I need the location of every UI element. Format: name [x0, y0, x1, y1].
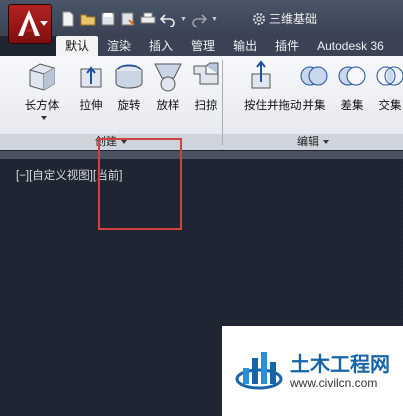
- ribbon-tab-bar: 默认 渲染 插入 管理 输出 插件 Autodesk 36: [56, 36, 403, 56]
- extrude-button[interactable]: 拉伸: [73, 60, 109, 113]
- subtract-button[interactable]: 差集: [334, 60, 370, 113]
- loft-label: 放样: [156, 100, 180, 112]
- save-as-icon[interactable]: [120, 11, 136, 27]
- open-folder-icon[interactable]: [80, 11, 96, 27]
- chevron-down-icon: [323, 140, 329, 145]
- workspace-switcher[interactable]: 三维基础: [252, 10, 317, 27]
- extrude-label: 拉伸: [79, 100, 103, 112]
- undo-icon[interactable]: [160, 11, 176, 27]
- tab-manage[interactable]: 管理: [182, 36, 224, 56]
- revolve-label: 旋转: [117, 100, 141, 112]
- presspull-button[interactable]: 按住并拖动: [244, 60, 302, 113]
- watermark-title: 土木工程网: [290, 354, 390, 376]
- workspace-name: 三维基础: [269, 12, 318, 26]
- revolve-button[interactable]: 旋转: [111, 60, 147, 113]
- gear-icon: [253, 12, 265, 25]
- intersect-icon: [376, 66, 403, 86]
- quick-access-toolbar: ▼ ▼: [60, 10, 218, 28]
- union-button[interactable]: 并集: [296, 60, 332, 113]
- box-label: 长方体: [24, 100, 60, 112]
- undo-dropdown-icon[interactable]: ▼: [180, 16, 187, 23]
- intersect-button[interactable]: 交集: [372, 60, 403, 113]
- tab-insert[interactable]: 插入: [140, 36, 182, 56]
- tab-autodesk-360[interactable]: Autodesk 36: [308, 36, 393, 56]
- print-icon[interactable]: [140, 11, 156, 27]
- tab-output[interactable]: 输出: [224, 36, 266, 56]
- tab-render[interactable]: 渲染: [98, 36, 140, 56]
- save-icon[interactable]: [100, 11, 116, 27]
- site-logo: [235, 352, 283, 390]
- file-tab-strip: [0, 151, 403, 159]
- union-icon: [300, 66, 328, 86]
- box-icon: [29, 63, 55, 91]
- ribbon-panel: 长方体 拉伸 旋转 放样 扫掠 按住并拖动 并集 差集 交集 创建 编辑: [0, 56, 403, 150]
- watermark: 土木工程网 www.civilcn.com: [222, 326, 403, 416]
- box-button[interactable]: 长方体: [24, 60, 60, 113]
- edit-panel-footer[interactable]: 编辑: [223, 134, 403, 150]
- sweep-label: 扫掠: [194, 100, 218, 112]
- extrude-icon: [80, 66, 102, 88]
- autocad-logo-icon: [18, 10, 40, 36]
- panel-divider: [222, 60, 223, 146]
- loft-button[interactable]: 放样: [150, 60, 186, 113]
- redo-icon[interactable]: [191, 11, 207, 27]
- tab-default[interactable]: 默认: [56, 36, 99, 56]
- redo-dropdown-icon[interactable]: ▼: [211, 16, 218, 23]
- intersect-label: 交集: [378, 100, 402, 112]
- presspull-icon: [251, 60, 271, 89]
- watermark-url: www.civilcn.com: [290, 376, 378, 390]
- chevron-down-icon: [40, 21, 48, 26]
- revolve-icon: [115, 64, 143, 89]
- new-file-icon[interactable]: [60, 11, 76, 27]
- box-dropdown-icon[interactable]: [41, 116, 47, 120]
- edit-panel-title: 编辑: [297, 136, 319, 148]
- tab-plugins[interactable]: 插件: [266, 36, 308, 56]
- application-menu-button[interactable]: [8, 4, 52, 44]
- subtract-label: 差集: [340, 100, 364, 112]
- presspull-label: 按住并拖动: [244, 100, 302, 112]
- annotation-highlight-box: [98, 138, 182, 230]
- sweep-icon: [193, 62, 219, 85]
- sweep-button[interactable]: 扫掠: [188, 60, 224, 113]
- loft-icon: [154, 63, 182, 92]
- union-label: 并集: [302, 100, 326, 112]
- subtract-icon: [338, 66, 366, 86]
